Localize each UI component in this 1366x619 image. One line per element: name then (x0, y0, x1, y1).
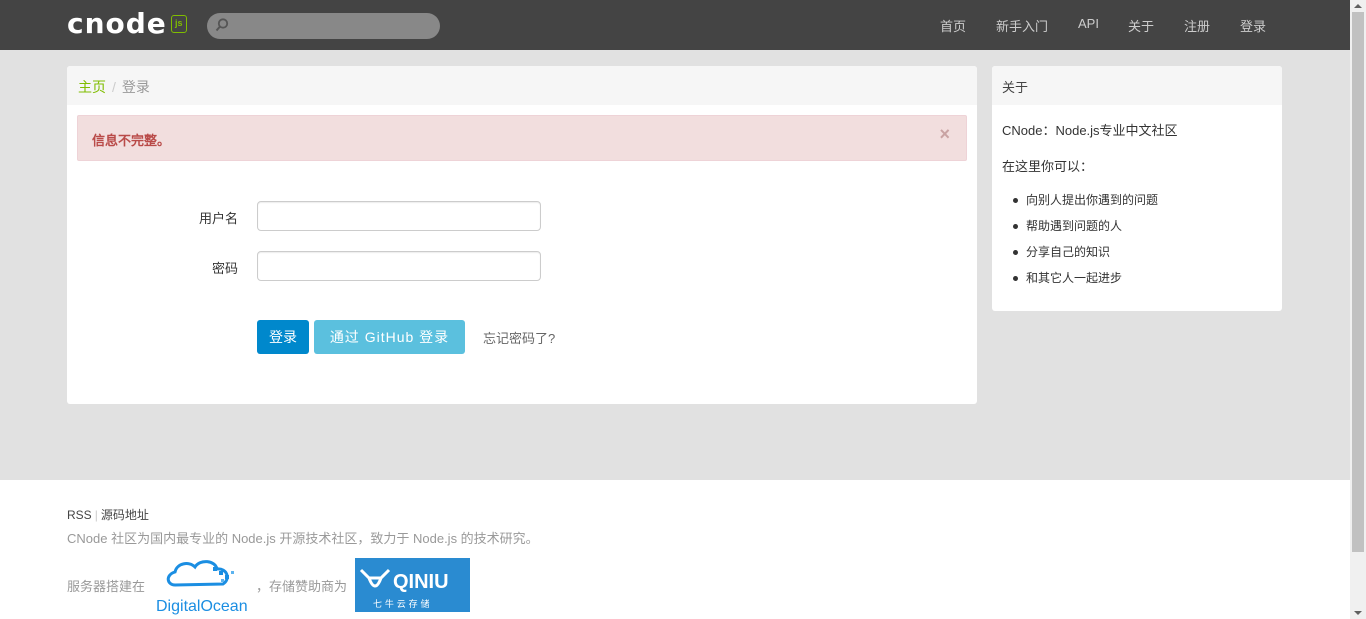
sidebar-list: 向别人提出你遇到的问题 帮助遇到问题的人 分享自己的知识 和其它人一起进步 (1012, 191, 1158, 295)
logo-badge: js (170, 15, 187, 33)
password-label: 密码 (211, 261, 238, 276)
about-sidebar: 关于 CNode：Node.js专业中文社区 在这里你可以： 向别人提出你遇到的… (992, 66, 1282, 311)
github-login-button[interactable]: 通过 GitHub 登录 (314, 320, 465, 354)
breadcrumb-home[interactable]: 主页 (78, 79, 106, 95)
list-item: 向别人提出你遇到的问题 (1012, 191, 1158, 217)
footer-divider: | (94, 508, 98, 522)
nav-about[interactable]: 关于 (1128, 16, 1154, 35)
footer-links: RSS | 源码地址 (67, 506, 149, 523)
vertical-scrollbar[interactable] (1350, 0, 1366, 619)
footer: RSS | 源码地址 CNode 社区为国内最专业的 Node.js 开源技术社区，… (0, 480, 1350, 619)
sidebar-intro: CNode：Node.js专业中文社区 (1002, 123, 1178, 138)
scroll-down-icon[interactable] (1354, 611, 1362, 615)
breadcrumb-current: 登录 (121, 79, 150, 95)
digitalocean-wordmark: DigitalOcean (156, 598, 248, 615)
qiniu-mark: QINIU 七 牛 云 存 储 (359, 568, 449, 610)
sidebar-lead: 在这里你可以： (1002, 159, 1094, 174)
username-input[interactable] (257, 201, 541, 231)
error-alert: 信息不完整。 × (77, 115, 967, 161)
footer-description: CNode 社区为国内最专业的 Node.js 开源技术社区，致力于 Node.… (67, 531, 539, 546)
search-box[interactable] (207, 13, 440, 39)
hosted-on-text: 服务器搭建在 (67, 579, 146, 594)
username-label: 用户名 (198, 211, 238, 226)
site-logo[interactable]: cnode js (67, 7, 187, 41)
list-item: 帮助遇到问题的人 (1012, 217, 1158, 243)
rss-link[interactable]: RSS (67, 508, 92, 522)
breadcrumb: 主页 / 登录 (67, 66, 977, 105)
close-icon[interactable]: × (939, 124, 950, 145)
search-input[interactable] (233, 16, 433, 36)
login-panel: 主页 / 登录 信息不完整。 × 用户名 密码 登录 通过 GitHub 登录 忘记… (67, 66, 977, 404)
digitalocean-logo[interactable]: DigitalOcean (155, 555, 250, 615)
forgot-password-link[interactable]: 忘记密码了? (483, 328, 555, 347)
storage-sponsor-text: ，存储赞助商为 (256, 579, 348, 594)
password-input[interactable] (257, 251, 541, 281)
scroll-up-icon[interactable] (1354, 4, 1362, 8)
nav-register[interactable]: 注册 (1184, 16, 1210, 35)
navbar: cnode js 首页 新手入门 API 关于 注册 登录 (0, 0, 1350, 50)
qiniu-subtext: 七 牛 云 存 储 (373, 598, 429, 610)
login-button[interactable]: 登录 (257, 320, 309, 354)
logo-text: cnode (67, 7, 167, 40)
nav-api[interactable]: API (1078, 16, 1099, 31)
sidebar-title: 关于 (992, 66, 1282, 105)
list-item: 和其它人一起进步 (1012, 269, 1158, 295)
alert-message: 信息不完整。 (92, 133, 171, 148)
nav-login[interactable]: 登录 (1240, 16, 1266, 35)
nav-getting-started[interactable]: 新手入门 (996, 16, 1048, 35)
source-link[interactable]: 源码地址 (101, 508, 149, 522)
scroll-thumb[interactable] (1352, 12, 1364, 552)
qiniu-logo[interactable]: QINIU 七 牛 云 存 储 (355, 558, 470, 612)
nav-home[interactable]: 首页 (940, 16, 966, 35)
qiniu-wordmark: QINIU (393, 571, 449, 593)
search-icon (215, 18, 229, 32)
breadcrumb-separator: / (112, 79, 116, 95)
list-item: 分享自己的知识 (1012, 243, 1158, 269)
